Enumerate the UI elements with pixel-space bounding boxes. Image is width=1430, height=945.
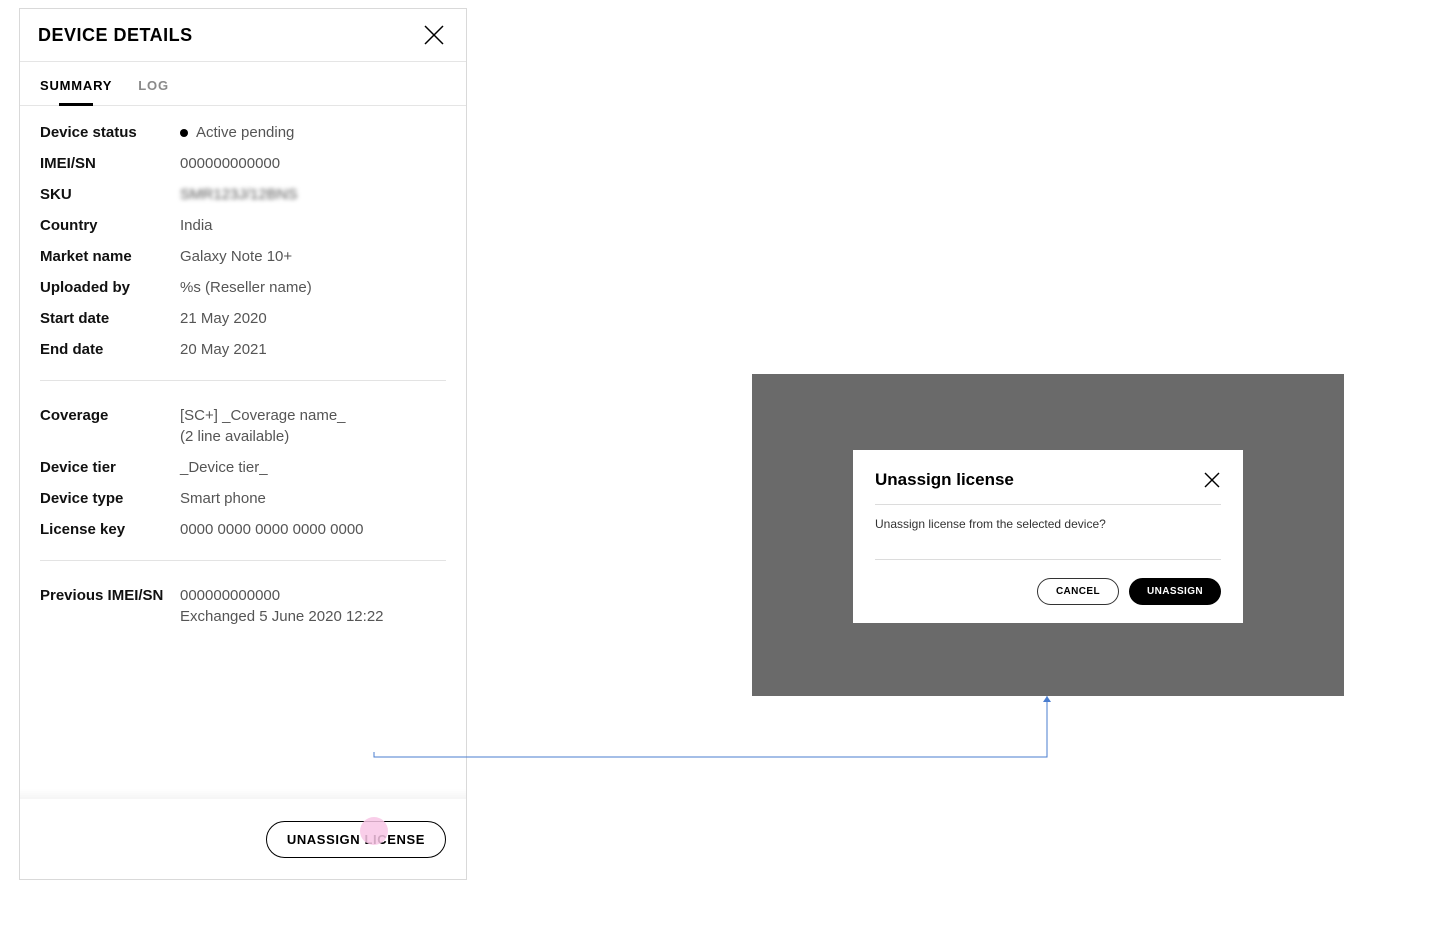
row-previous-imei: Previous IMEI/SN 000000000000 Exchanged … — [40, 587, 446, 625]
panel-header: DEVICE DETAILS — [20, 9, 466, 62]
unassign-license-button[interactable]: UNASSIGN LICENSE — [266, 821, 446, 858]
modal-actions: CANCEL UNASSIGN — [875, 578, 1221, 605]
device-details-panel: DEVICE DETAILS SUMMARY LOG Device status… — [19, 8, 467, 880]
label-device-type: Device type — [40, 490, 180, 507]
modal-backdrop: Unassign license Unassign license from t… — [752, 374, 1344, 696]
close-icon[interactable] — [1203, 471, 1221, 489]
value-end-date: 20 May 2021 — [180, 341, 446, 358]
value-coverage: [SC+] _Coverage name_ (2 line available) — [180, 407, 446, 445]
value-device-tier: _Device tier_ — [180, 459, 446, 476]
modal-body: Unassign license from the selected devic… — [875, 517, 1221, 545]
panel-footer: UNASSIGN LICENSE — [20, 799, 466, 879]
modal-header: Unassign license — [875, 470, 1221, 490]
panel-title: DEVICE DETAILS — [38, 25, 193, 46]
modal-divider — [875, 559, 1221, 560]
tab-log[interactable]: LOG — [138, 62, 169, 105]
label-end-date: End date — [40, 341, 180, 358]
unassign-button[interactable]: UNASSIGN — [1129, 578, 1221, 605]
label-device-status: Device status — [40, 124, 180, 141]
previous-imei-note: Exchanged 5 June 2020 12:22 — [180, 608, 446, 625]
row-imei: IMEI/SN 000000000000 — [40, 155, 446, 172]
label-start-date: Start date — [40, 310, 180, 327]
label-country: Country — [40, 217, 180, 234]
annotation-marker-icon — [360, 817, 388, 845]
row-device-status: Device status Active pending — [40, 124, 446, 141]
coverage-line2: (2 line available) — [180, 428, 446, 445]
modal-title: Unassign license — [875, 470, 1014, 490]
row-end-date: End date 20 May 2021 — [40, 341, 446, 358]
row-uploaded-by: Uploaded by %s (Reseller name) — [40, 279, 446, 296]
label-imei: IMEI/SN — [40, 155, 180, 172]
label-uploaded-by: Uploaded by — [40, 279, 180, 296]
value-previous-imei: 000000000000 Exchanged 5 June 2020 12:22 — [180, 587, 446, 625]
row-coverage: Coverage [SC+] _Coverage name_ (2 line a… — [40, 407, 446, 445]
cancel-button[interactable]: CANCEL — [1037, 578, 1119, 605]
coverage-line1: [SC+] _Coverage name_ — [180, 407, 346, 424]
label-sku: SKU — [40, 186, 180, 203]
value-uploaded-by: %s (Reseller name) — [180, 279, 446, 296]
tabs: SUMMARY LOG — [20, 62, 466, 106]
label-coverage: Coverage — [40, 407, 180, 424]
value-imei: 000000000000 — [180, 155, 446, 172]
value-market-name: Galaxy Note 10+ — [180, 248, 446, 265]
label-device-tier: Device tier — [40, 459, 180, 476]
status-dot-icon — [180, 129, 188, 137]
row-market-name: Market name Galaxy Note 10+ — [40, 248, 446, 265]
value-license-key: 0000 0000 0000 0000 0000 — [180, 521, 446, 538]
row-start-date: Start date 21 May 2020 — [40, 310, 446, 327]
value-country: India — [180, 217, 446, 234]
value-sku: SMR123J/12BNS — [180, 186, 446, 203]
row-device-type: Device type Smart phone — [40, 490, 446, 507]
close-icon[interactable] — [422, 23, 446, 47]
unassign-modal: Unassign license Unassign license from t… — [853, 450, 1243, 623]
value-device-status: Active pending — [180, 124, 446, 141]
value-start-date: 21 May 2020 — [180, 310, 446, 327]
row-device-tier: Device tier _Device tier_ — [40, 459, 446, 476]
tab-summary[interactable]: SUMMARY — [40, 62, 112, 105]
row-license-key: License key 0000 0000 0000 0000 0000 — [40, 521, 446, 538]
footer-shadow — [20, 789, 466, 799]
label-previous-imei: Previous IMEI/SN — [40, 587, 180, 604]
label-license-key: License key — [40, 521, 180, 538]
panel-content: Device status Active pending IMEI/SN 000… — [20, 106, 466, 625]
modal-divider — [875, 504, 1221, 505]
row-country: Country India — [40, 217, 446, 234]
previous-imei-value: 000000000000 — [180, 587, 280, 604]
label-market-name: Market name — [40, 248, 180, 265]
divider — [40, 560, 446, 561]
row-sku: SKU SMR123J/12BNS — [40, 186, 446, 203]
status-text: Active pending — [196, 124, 294, 141]
divider — [40, 380, 446, 381]
value-device-type: Smart phone — [180, 490, 446, 507]
